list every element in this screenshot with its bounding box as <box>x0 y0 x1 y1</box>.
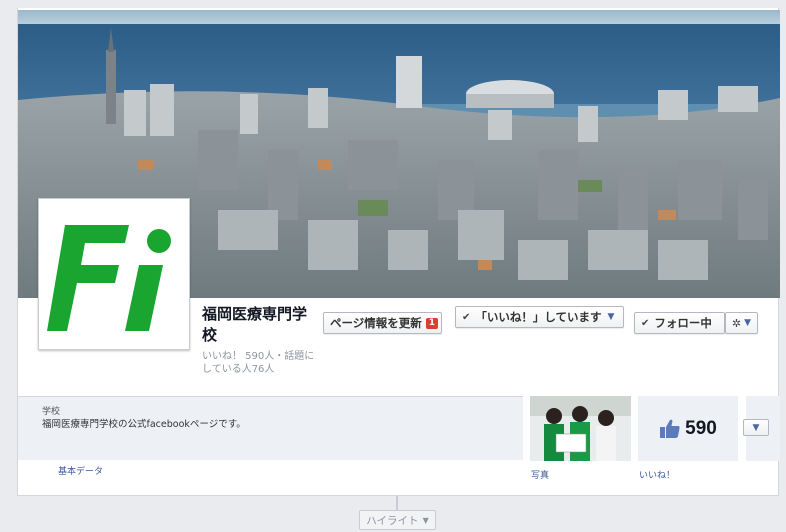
liked-button[interactable]: ✔ 「いいね！」しています ▼ <box>455 306 624 328</box>
facebook-page: 福岡医療専門学校 いいね！ 590人・話題にしている人76人 ページ情報を更新 … <box>0 0 786 532</box>
photos-link[interactable]: 写真 <box>531 468 549 481</box>
about-link[interactable]: 基本データ <box>58 464 103 477</box>
likes-tile[interactable]: 590 <box>638 396 738 461</box>
gear-icon: ✲ <box>731 316 742 330</box>
apps-more-button[interactable]: ▼ <box>743 419 769 436</box>
likes-link[interactable]: いいね！ <box>639 468 675 481</box>
page-like-stats: いいね！ 590人・話題にしている人76人 <box>202 351 315 375</box>
following-label: フォロー中 <box>654 316 712 330</box>
update-page-info-button[interactable]: ページ情報を更新 1 <box>323 312 442 334</box>
chevron-down-icon: ▼ <box>752 422 760 433</box>
settings-dropdown-button[interactable]: ✲ ▼ <box>725 312 758 334</box>
likes-count: 590 <box>685 417 717 439</box>
highlights-label: ハイライト <box>366 514 419 527</box>
check-icon: ✔ <box>641 317 650 329</box>
highlights-filter-button[interactable]: ハイライト ▼ <box>359 510 436 530</box>
check-icon: ✔ <box>462 311 471 323</box>
chevron-down-icon: ▼ <box>607 312 615 322</box>
timeline-header-card: 福岡医療専門学校 いいね！ 590人・話題にしている人76人 ページ情報を更新 … <box>17 8 780 496</box>
profile-picture[interactable] <box>38 198 190 350</box>
notification-badge: 1 <box>425 317 439 329</box>
chevron-down-icon: ▼ <box>744 318 752 328</box>
thumbs-up-icon <box>660 419 680 438</box>
liked-label: 「いいね！」しています <box>475 310 602 324</box>
photos-thumbnail-image <box>530 396 631 461</box>
page-description: 福岡医療専門学校の公式facebookページです。 <box>42 419 246 430</box>
photos-tile[interactable] <box>530 396 631 461</box>
page-title[interactable]: 福岡医療専門学校 <box>202 304 318 346</box>
update-page-info-label: ページ情報を更新 <box>330 316 422 330</box>
school-logo <box>43 203 185 345</box>
following-button[interactable]: ✔ フォロー中 <box>634 312 725 334</box>
chevron-down-icon: ▼ <box>422 515 429 525</box>
